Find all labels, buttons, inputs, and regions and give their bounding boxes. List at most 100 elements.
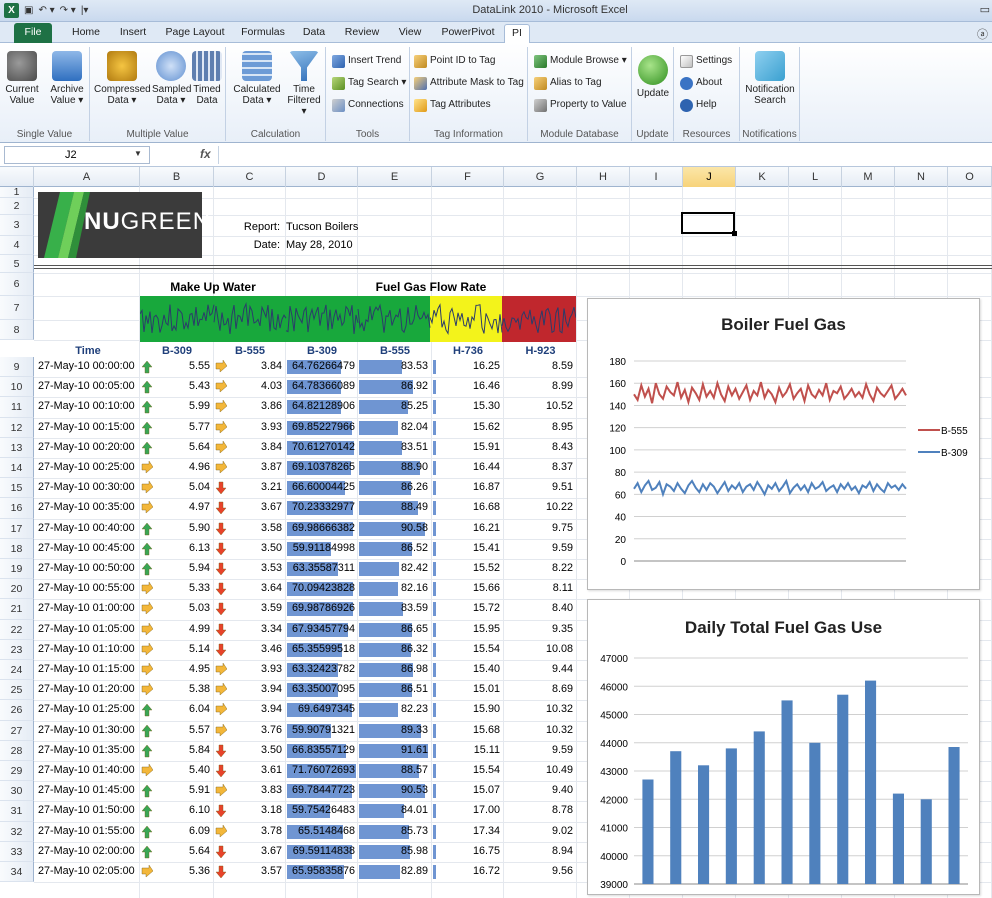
cell-h923[interactable]: 8.40 bbox=[504, 600, 573, 617]
tab-formulas[interactable]: Formulas bbox=[236, 24, 290, 43]
row-header-14[interactable]: 14 bbox=[0, 458, 34, 479]
cell-time[interactable]: 27-May-10 01:25:00 bbox=[38, 701, 138, 718]
column-header-n[interactable]: N bbox=[895, 167, 948, 187]
connections-button[interactable]: Connections bbox=[332, 95, 404, 115]
cell-b555-makeup[interactable]: 3.21 bbox=[224, 479, 282, 496]
cell-b309-fuel[interactable]: 63.35587311 bbox=[286, 560, 355, 577]
cell-b555-makeup[interactable]: 3.93 bbox=[224, 661, 282, 678]
column-header-j[interactable]: J bbox=[683, 167, 736, 187]
cell-h923[interactable]: 9.02 bbox=[504, 823, 573, 840]
timed-data-button[interactable]: Timed Data bbox=[190, 51, 224, 106]
cell-b555-fuel[interactable]: 89.33 bbox=[358, 722, 428, 739]
cell-b555-makeup[interactable]: 3.67 bbox=[224, 499, 282, 516]
cell-b555-fuel[interactable]: 86.98 bbox=[358, 661, 428, 678]
column-header-a[interactable]: A bbox=[34, 167, 140, 187]
column-header-g[interactable]: G bbox=[504, 167, 577, 187]
cell-b309-fuel[interactable]: 71.76072693 bbox=[286, 762, 355, 779]
tab-powerpivot[interactable]: PowerPivot bbox=[436, 24, 500, 43]
cell-b555-fuel[interactable]: 82.42 bbox=[358, 560, 428, 577]
cell-b309-makeup[interactable]: 4.97 bbox=[150, 499, 210, 516]
cell-b555-fuel[interactable]: 82.16 bbox=[358, 580, 428, 597]
cell-h923[interactable]: 10.08 bbox=[504, 641, 573, 658]
column-header-i[interactable]: I bbox=[630, 167, 683, 187]
cell-h736[interactable]: 17.00 bbox=[432, 802, 500, 819]
row-header-22[interactable]: 22 bbox=[0, 619, 34, 640]
cell-b309-makeup[interactable]: 5.64 bbox=[150, 439, 210, 456]
cell-h736[interactable]: 16.25 bbox=[432, 358, 500, 375]
cell-h736[interactable]: 15.52 bbox=[432, 560, 500, 577]
cell-time[interactable]: 27-May-10 00:40:00 bbox=[38, 520, 138, 537]
column-header-m[interactable]: M bbox=[842, 167, 895, 187]
cell-h923[interactable]: 10.32 bbox=[504, 722, 573, 739]
cell-time[interactable]: 27-May-10 01:20:00 bbox=[38, 681, 138, 698]
cell-b555-fuel[interactable]: 90.58 bbox=[358, 520, 428, 537]
cell-h923[interactable]: 10.49 bbox=[504, 762, 573, 779]
cell-b555-makeup[interactable]: 3.94 bbox=[224, 701, 282, 718]
cell-b309-fuel[interactable]: 70.09423828 bbox=[286, 580, 355, 597]
cell-b555-fuel[interactable]: 86.92 bbox=[358, 378, 428, 395]
cell-h736[interactable]: 15.54 bbox=[432, 762, 500, 779]
cell-b309-fuel[interactable]: 69.6497345 bbox=[286, 701, 355, 718]
cell-b309-fuel[interactable]: 59.75426483 bbox=[286, 802, 355, 819]
cell-h923[interactable]: 8.78 bbox=[504, 802, 573, 819]
cell-h923[interactable]: 8.37 bbox=[504, 459, 573, 476]
cell-b309-fuel[interactable]: 69.59114838 bbox=[286, 843, 355, 860]
cell-h736[interactable]: 17.34 bbox=[432, 823, 500, 840]
cell-time[interactable]: 27-May-10 00:15:00 bbox=[38, 419, 138, 436]
cell-b555-fuel[interactable]: 86.51 bbox=[358, 681, 428, 698]
cell-b309-makeup[interactable]: 5.14 bbox=[150, 641, 210, 658]
cell-b309-makeup[interactable]: 4.95 bbox=[150, 661, 210, 678]
cell-time[interactable]: 27-May-10 00:25:00 bbox=[38, 459, 138, 476]
cell-b309-makeup[interactable]: 5.03 bbox=[150, 600, 210, 617]
cell-b309-fuel[interactable]: 66.83557129 bbox=[286, 742, 355, 759]
cell-b555-makeup[interactable]: 3.83 bbox=[224, 782, 282, 799]
update-button[interactable]: Update bbox=[634, 55, 672, 99]
cell-b555-fuel[interactable]: 82.89 bbox=[358, 863, 428, 880]
cell-h736[interactable]: 15.01 bbox=[432, 681, 500, 698]
column-header-c[interactable]: C bbox=[214, 167, 286, 187]
cell-b555-makeup[interactable]: 3.93 bbox=[224, 419, 282, 436]
cell-b309-makeup[interactable]: 5.43 bbox=[150, 378, 210, 395]
cell-b555-makeup[interactable]: 3.87 bbox=[224, 459, 282, 476]
row-header-32[interactable]: 32 bbox=[0, 821, 34, 842]
insert-trend-button[interactable]: Insert Trend bbox=[332, 51, 401, 71]
cell-b555-makeup[interactable]: 3.94 bbox=[224, 681, 282, 698]
cell-b309-makeup[interactable]: 4.99 bbox=[150, 621, 210, 638]
archive-value-button[interactable]: Archive Value ▾ bbox=[46, 51, 88, 106]
row-header-16[interactable]: 16 bbox=[0, 498, 34, 519]
cell-h923[interactable]: 8.69 bbox=[504, 681, 573, 698]
row-header-11[interactable]: 11 bbox=[0, 397, 34, 418]
row-header-4[interactable]: 4 bbox=[0, 236, 34, 255]
cell-b309-makeup[interactable]: 5.91 bbox=[150, 782, 210, 799]
cell-b555-fuel[interactable]: 86.65 bbox=[358, 621, 428, 638]
cell-b555-makeup[interactable]: 3.61 bbox=[224, 762, 282, 779]
cell-h923[interactable]: 9.59 bbox=[504, 742, 573, 759]
active-cell-j2[interactable] bbox=[681, 212, 737, 236]
cell-time[interactable]: 27-May-10 02:00:00 bbox=[38, 843, 138, 860]
tab-pi[interactable]: PI bbox=[504, 24, 530, 43]
cell-b309-fuel[interactable]: 65.5148468 bbox=[286, 823, 355, 840]
row-header-3[interactable]: 3 bbox=[0, 215, 34, 236]
row-header-19[interactable]: 19 bbox=[0, 559, 34, 580]
cell-b309-fuel[interactable]: 66.60004425 bbox=[286, 479, 355, 496]
cell-b309-makeup[interactable]: 6.04 bbox=[150, 701, 210, 718]
cell-b309-makeup[interactable]: 5.55 bbox=[150, 358, 210, 375]
cell-b309-fuel[interactable]: 69.85227966 bbox=[286, 419, 355, 436]
cell-b555-fuel[interactable]: 83.59 bbox=[358, 600, 428, 617]
row-header-7[interactable]: 7 bbox=[0, 296, 34, 320]
cell-b309-makeup[interactable]: 6.13 bbox=[150, 540, 210, 557]
cell-h923[interactable]: 9.75 bbox=[504, 520, 573, 537]
row-header-34[interactable]: 34 bbox=[0, 862, 34, 883]
row-header-26[interactable]: 26 bbox=[0, 700, 34, 721]
row-header-2[interactable]: 2 bbox=[0, 198, 34, 215]
cell-time[interactable]: 27-May-10 00:35:00 bbox=[38, 499, 138, 516]
cell-b309-fuel[interactable]: 64.76266479 bbox=[286, 358, 355, 375]
cell-time[interactable]: 27-May-10 00:05:00 bbox=[38, 378, 138, 395]
tag-attributes-button[interactable]: Tag Attributes bbox=[414, 95, 491, 115]
cell-b309-fuel[interactable]: 59.90791321 bbox=[286, 722, 355, 739]
column-header-h[interactable]: H bbox=[577, 167, 630, 187]
cell-b309-fuel[interactable]: 70.61270142 bbox=[286, 439, 355, 456]
cell-h923[interactable]: 8.95 bbox=[504, 419, 573, 436]
cell-h923[interactable]: 10.22 bbox=[504, 499, 573, 516]
notification-search-button[interactable]: Notification Search bbox=[742, 51, 798, 106]
